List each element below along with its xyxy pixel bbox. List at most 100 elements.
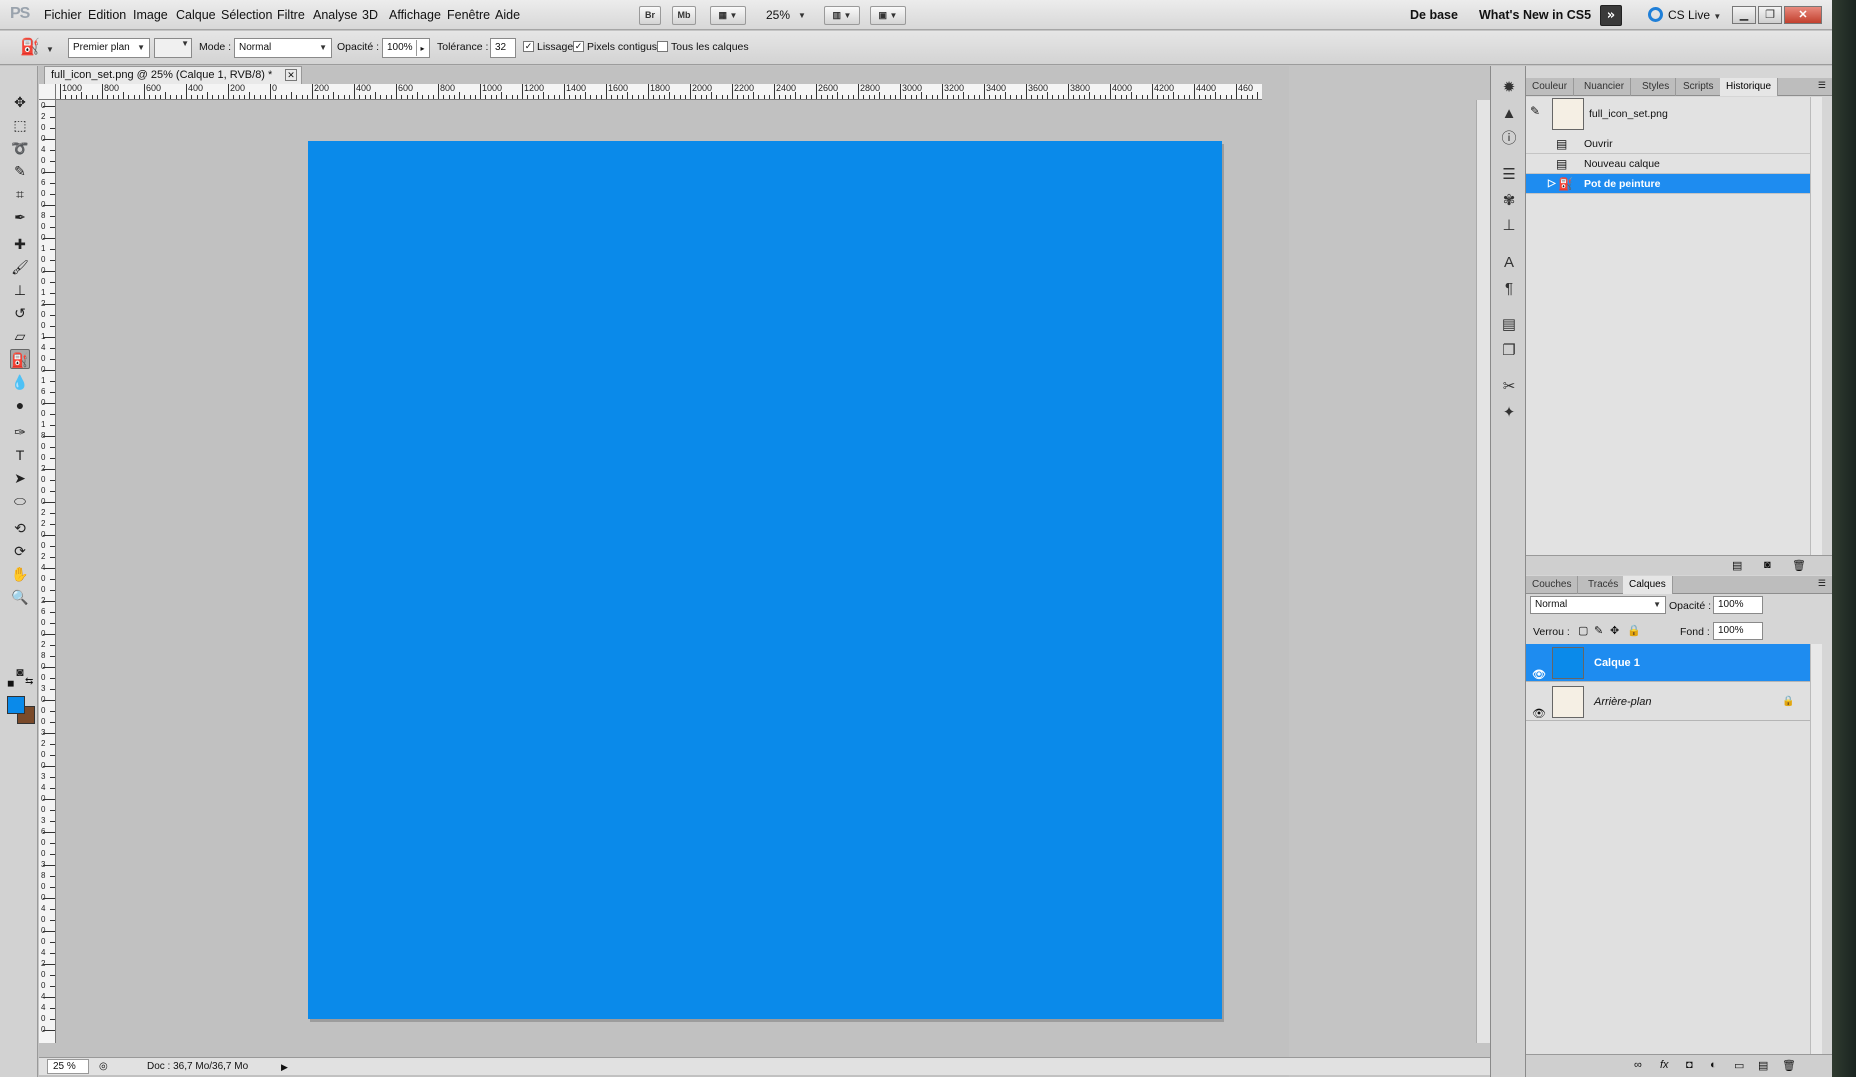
new-layer-icon[interactable]: ▤: [1758, 1059, 1768, 1072]
marquee-tool-icon[interactable]: ⬚: [10, 115, 30, 135]
new-group-icon[interactable]: ▭: [1734, 1059, 1744, 1072]
tab-calques[interactable]: Calques: [1623, 576, 1673, 594]
contiguous-checkbox[interactable]: ✓: [573, 41, 584, 52]
tab-traces[interactable]: Tracés: [1582, 576, 1626, 594]
screen-mode-button[interactable]: ▣ ▼: [870, 6, 906, 25]
layer-comps-icon[interactable]: ❐: [1499, 341, 1519, 361]
menu-affichage[interactable]: Affichage: [389, 8, 441, 22]
notes-icon[interactable]: ▤: [1499, 315, 1519, 335]
snapshot-thumbnail[interactable]: [1552, 98, 1584, 130]
close-button[interactable]: ✕: [1784, 6, 1822, 24]
actions-icon[interactable]: ✦: [1499, 403, 1519, 423]
status-menu-arrow-icon[interactable]: ▶: [281, 1059, 288, 1075]
layer-mask-icon[interactable]: ◘: [1686, 1059, 1693, 1071]
3d-orbit-tool-icon[interactable]: ⟳: [10, 541, 30, 561]
document-canvas[interactable]: [308, 141, 1222, 1019]
3d-rotate-tool-icon[interactable]: ⟲: [10, 518, 30, 538]
lock-position-icon[interactable]: ✥: [1610, 624, 1619, 637]
eye-icon[interactable]: 👁: [1532, 695, 1546, 733]
chevron-down-icon[interactable]: ▼: [46, 45, 54, 54]
foreground-color-swatch[interactable]: [7, 696, 25, 714]
ruler-origin[interactable]: [39, 84, 56, 100]
snapshot-name[interactable]: full_icon_set.png: [1589, 108, 1668, 120]
link-layers-icon[interactable]: ∞: [1634, 1059, 1642, 1071]
workspace-more-button[interactable]: »: [1600, 5, 1622, 26]
paint-bucket-tool-icon[interactable]: ⛽: [10, 349, 30, 369]
history-scrollbar[interactable]: [1810, 97, 1822, 555]
antialias-checkbox[interactable]: ✓: [523, 41, 534, 52]
tab-scripts[interactable]: Scripts: [1677, 78, 1721, 96]
tolerance-input[interactable]: 32: [490, 38, 516, 58]
hand-tool-icon[interactable]: ✋: [10, 564, 30, 584]
layer-blend-mode-select[interactable]: Normal ▼: [1530, 596, 1666, 614]
clone-stamp-tool-icon[interactable]: ⊥: [10, 280, 30, 300]
tab-styles[interactable]: Styles: [1636, 78, 1677, 96]
lock-pixels-icon[interactable]: ✎: [1594, 624, 1603, 637]
character-icon[interactable]: A: [1499, 253, 1519, 273]
all-layers-checkbox[interactable]: [657, 41, 668, 52]
menu-analyse[interactable]: Analyse: [313, 8, 357, 22]
lasso-tool-icon[interactable]: ➰: [10, 138, 30, 158]
tab-nuancier[interactable]: Nuancier: [1578, 78, 1632, 96]
bridge-button[interactable]: Br: [639, 6, 661, 25]
menu-calque[interactable]: Calque: [176, 8, 216, 22]
brush-tool-icon[interactable]: 🖌: [10, 257, 30, 277]
menu-image[interactable]: Image: [133, 8, 168, 22]
menu-fenetre[interactable]: Fenêtre: [447, 8, 490, 22]
minimize-button[interactable]: ▁: [1732, 6, 1756, 24]
horizontal-ruler[interactable]: 1000 800 600 400 200 0 200 400 600 800 1000 1200 140…: [56, 84, 1262, 100]
blur-tool-icon[interactable]: 💧: [10, 372, 30, 392]
restore-button[interactable]: ❐: [1758, 6, 1782, 24]
paint-bucket-preset-icon[interactable]: ⛽: [20, 37, 40, 57]
tab-couleur[interactable]: Couleur: [1526, 78, 1575, 96]
eyedropper-tool-icon[interactable]: ✒: [10, 207, 30, 227]
paragraph-icon[interactable]: ¶: [1499, 279, 1519, 299]
close-tab-icon[interactable]: ✕: [285, 69, 297, 81]
minibridge-button[interactable]: Mb: [672, 6, 696, 25]
zoom-tool-icon[interactable]: 🔍: [10, 587, 30, 607]
panel-menu-icon[interactable]: ☰: [1818, 578, 1826, 589]
workspace-basic[interactable]: De base: [1410, 8, 1458, 22]
history-step-selected[interactable]: ▷ ⛽ Pot de peinture: [1526, 174, 1810, 194]
pattern-picker[interactable]: ▼: [154, 38, 192, 58]
menu-selection[interactable]: Sélection: [221, 8, 272, 22]
quick-mask-icon[interactable]: ◙: [10, 662, 30, 682]
dodge-tool-icon[interactable]: ●: [10, 395, 30, 415]
vertical-scrollbar[interactable]: [1476, 100, 1490, 1043]
move-tool-icon[interactable]: ✥: [10, 92, 30, 112]
layer-row-calque-1[interactable]: 👁 Calque 1: [1526, 644, 1810, 682]
new-document-from-state-icon[interactable]: ▤: [1732, 559, 1742, 572]
menu-edition[interactable]: Edition: [88, 8, 126, 22]
cs-live-button[interactable]: CS Live ▼: [1648, 7, 1721, 22]
panel-menu-icon[interactable]: ☰: [1818, 80, 1826, 91]
fx-icon[interactable]: fx: [1660, 1059, 1669, 1071]
tab-historique[interactable]: Historique: [1720, 78, 1779, 96]
brush-presets-icon[interactable]: ✾: [1499, 191, 1519, 211]
opacity-input[interactable]: 100% ▸: [382, 38, 430, 58]
type-tool-icon[interactable]: T: [10, 445, 30, 465]
layer-row-arriere-plan[interactable]: 👁 Arrière-plan 🔒: [1526, 683, 1810, 721]
layers-scrollbar[interactable]: [1810, 644, 1822, 1054]
eraser-tool-icon[interactable]: ▱: [10, 326, 30, 346]
adjustment-layer-icon[interactable]: ◐: [1710, 1059, 1717, 1071]
camera-icon[interactable]: ◙: [1764, 559, 1771, 571]
status-zoom-input[interactable]: 25 %: [47, 1059, 89, 1074]
path-selection-tool-icon[interactable]: ➤: [10, 468, 30, 488]
mode-select[interactable]: Normal ▼: [234, 38, 332, 58]
ellipse-tool-icon[interactable]: ⬭: [10, 491, 30, 511]
tab-couches[interactable]: Couches: [1526, 576, 1579, 594]
trash-icon[interactable]: 🗑: [1792, 559, 1806, 572]
arrange-documents-button[interactable]: ▥ ▼: [824, 6, 860, 25]
document-tab[interactable]: full_icon_set.png @ 25% (Calque 1, RVB/8…: [44, 66, 302, 84]
lock-all-icon[interactable]: 🔒: [1627, 624, 1641, 637]
history-brush-tool-icon[interactable]: ↺: [10, 303, 30, 323]
workspace-whats-new[interactable]: What's New in CS5: [1479, 8, 1591, 22]
fill-source-select[interactable]: Premier plan ▼: [68, 38, 150, 58]
menu-3d[interactable]: 3D: [362, 8, 378, 22]
vertical-ruler[interactable]: 0200400600800100012001400160018002000220…: [39, 100, 56, 1043]
lock-transparency-icon[interactable]: ▢: [1578, 624, 1588, 637]
history-step[interactable]: ▤ Nouveau calque: [1526, 154, 1810, 174]
pen-tool-icon[interactable]: ✑: [10, 422, 30, 442]
histogram-icon[interactable]: ▲: [1499, 104, 1519, 124]
history-step[interactable]: ▤ Ouvrir: [1526, 134, 1810, 154]
